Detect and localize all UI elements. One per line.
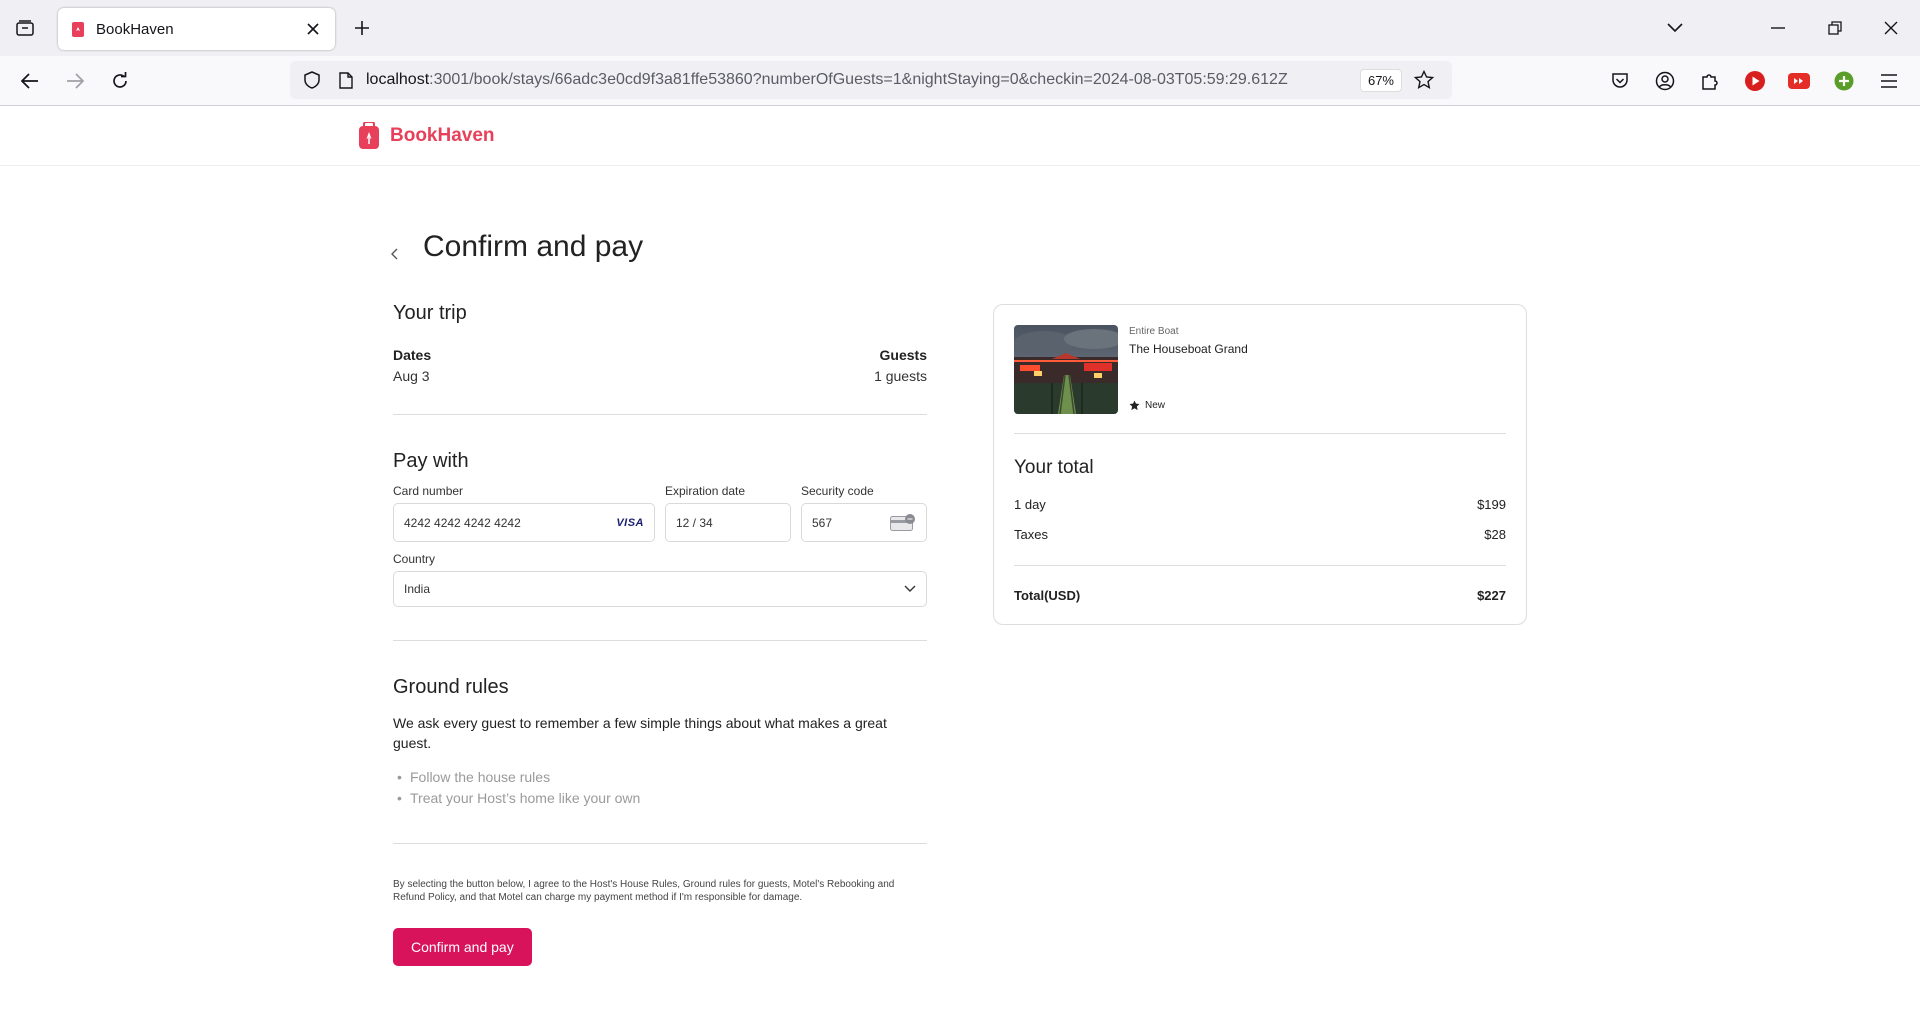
line-amount: $28 — [1484, 527, 1506, 542]
property-thumbnail[interactable] — [1014, 325, 1118, 414]
price-total-row: Total(USD) $227 — [1014, 588, 1506, 603]
cvc-card-icon — [890, 513, 915, 531]
bookhaven-favicon — [70, 21, 86, 37]
forward-arrow-icon[interactable] — [60, 66, 90, 96]
trip-guests: Guests 1 guests — [874, 347, 927, 384]
guests-value: 1 guests — [874, 368, 927, 384]
bookmark-star-icon[interactable] — [1410, 66, 1438, 94]
expiration-input[interactable]: 12 / 34 — [665, 503, 791, 542]
visa-logo-icon: VISA — [616, 516, 644, 529]
expiration-group: Expiration date 12 / 34 — [665, 484, 791, 542]
green-plus-extension-icon[interactable] — [1831, 68, 1857, 94]
card-number-value: 4242 4242 4242 4242 — [404, 515, 521, 530]
country-label: Country — [393, 552, 436, 566]
close-window-icon[interactable] — [1876, 14, 1906, 42]
star-icon — [1129, 400, 1140, 411]
security-code-value: 567 — [812, 515, 833, 530]
total-label: Total(USD) — [1014, 588, 1081, 603]
your-total-heading: Your total — [1014, 457, 1094, 478]
rating: New — [1129, 400, 1165, 411]
security-code-input[interactable]: 567 — [801, 503, 927, 542]
dates-label: Dates — [393, 347, 432, 363]
zoom-level[interactable]: 67% — [1359, 68, 1402, 92]
guests-label: Guests — [879, 347, 927, 363]
page-title: Confirm and pay — [423, 230, 644, 263]
trip-dates: Dates Aug 3 — [393, 347, 431, 384]
security-code-label: Security code — [801, 484, 874, 498]
price-summary-card: Entire Boat The Houseboat Grand New Your… — [993, 304, 1527, 625]
dates-value: Aug 3 — [393, 368, 430, 384]
site-logo[interactable]: BookHaven — [358, 122, 495, 150]
booking-details: Your trip Dates Aug 3 Guests 1 guests Pa… — [393, 302, 927, 966]
back-chevron-icon[interactable] — [384, 242, 404, 266]
browser-tab[interactable]: BookHaven — [58, 8, 335, 50]
divider — [1014, 565, 1506, 566]
divider — [393, 843, 927, 844]
browser-nav-bar: localhost:3001/book/stays/66adc3e0cd9f3a… — [0, 56, 1920, 106]
list-item: Treat your Host’s home like your own — [393, 788, 927, 809]
divider — [393, 640, 927, 641]
your-trip-heading: Your trip — [393, 302, 467, 324]
card-fields-row: Card number 4242 4242 4242 4242 VISA Exp… — [393, 484, 927, 542]
property-name[interactable]: The Houseboat Grand — [1129, 342, 1248, 356]
line-label: 1 day — [1014, 497, 1046, 512]
line-amount: $199 — [1477, 497, 1506, 512]
ground-rules-list: Follow the house rules Treat your Host’s… — [393, 767, 927, 809]
brand-name: BookHaven — [390, 125, 495, 146]
country-group: Country India — [393, 552, 927, 607]
pocket-icon[interactable] — [1607, 68, 1633, 94]
account-icon[interactable] — [1652, 68, 1678, 94]
list-all-tabs-icon[interactable] — [1660, 14, 1690, 42]
price-line-taxes: Taxes $28 — [1014, 527, 1506, 542]
agreement-text: By selecting the button below, I agree t… — [393, 879, 895, 903]
restore-icon[interactable] — [1820, 14, 1850, 42]
tab-list-icon[interactable] — [10, 14, 40, 42]
reload-icon[interactable] — [105, 66, 135, 96]
card-number-label: Card number — [393, 484, 464, 498]
rating-label: New — [1145, 400, 1166, 411]
tab-title: BookHaven — [96, 20, 174, 38]
card-number-input[interactable]: 4242 4242 4242 4242 VISA — [393, 503, 655, 542]
country-value: India — [404, 582, 431, 596]
divider — [393, 414, 927, 415]
app-menu-icon[interactable] — [1876, 68, 1902, 94]
card-number-group: Card number 4242 4242 4242 4242 VISA — [393, 484, 655, 542]
expiration-value: 12 / 34 — [676, 515, 713, 530]
ground-rules-heading: Ground rules — [393, 676, 509, 698]
new-tab-icon[interactable] — [350, 16, 374, 40]
pay-with-heading: Pay with — [393, 450, 469, 472]
site-header: BookHaven — [0, 106, 1920, 166]
close-tab-icon[interactable] — [303, 19, 323, 39]
security-code-group: Security code 567 — [801, 484, 927, 542]
country-select[interactable]: India — [393, 571, 927, 607]
browser-tab-bar: BookHaven — [0, 0, 1920, 56]
chevron-down-icon — [904, 585, 916, 592]
ground-rules-intro: We ask every guest to remember a few sim… — [393, 715, 887, 751]
page-info-icon[interactable] — [332, 66, 360, 94]
url-text[interactable]: localhost:3001/book/stays/66adc3e0cd9f3a… — [366, 71, 1352, 89]
list-item: Follow the house rules — [393, 767, 927, 788]
bookhaven-logo-icon — [359, 122, 379, 149]
youtube-extension-icon[interactable] — [1786, 68, 1812, 94]
property-type: Entire Boat — [1129, 326, 1179, 337]
back-arrow-icon[interactable] — [15, 66, 45, 96]
total-amount: $227 — [1477, 588, 1506, 603]
extensions-puzzle-icon[interactable] — [1697, 68, 1723, 94]
line-label: Taxes — [1014, 527, 1048, 542]
page: BookHaven Confirm and pay Your trip Date… — [0, 106, 1920, 1020]
minimize-icon[interactable] — [1763, 14, 1793, 42]
divider — [1014, 433, 1506, 434]
shield-icon[interactable] — [298, 66, 326, 94]
price-line-nights: 1 day $199 — [1014, 497, 1506, 512]
trip-info: Dates Aug 3 Guests 1 guests — [393, 347, 927, 384]
red-play-extension-icon[interactable] — [1742, 68, 1768, 94]
address-bar[interactable]: localhost:3001/book/stays/66adc3e0cd9f3a… — [290, 61, 1452, 99]
expiration-label: Expiration date — [665, 484, 746, 498]
confirm-and-pay-button[interactable]: Confirm and pay — [393, 928, 532, 966]
